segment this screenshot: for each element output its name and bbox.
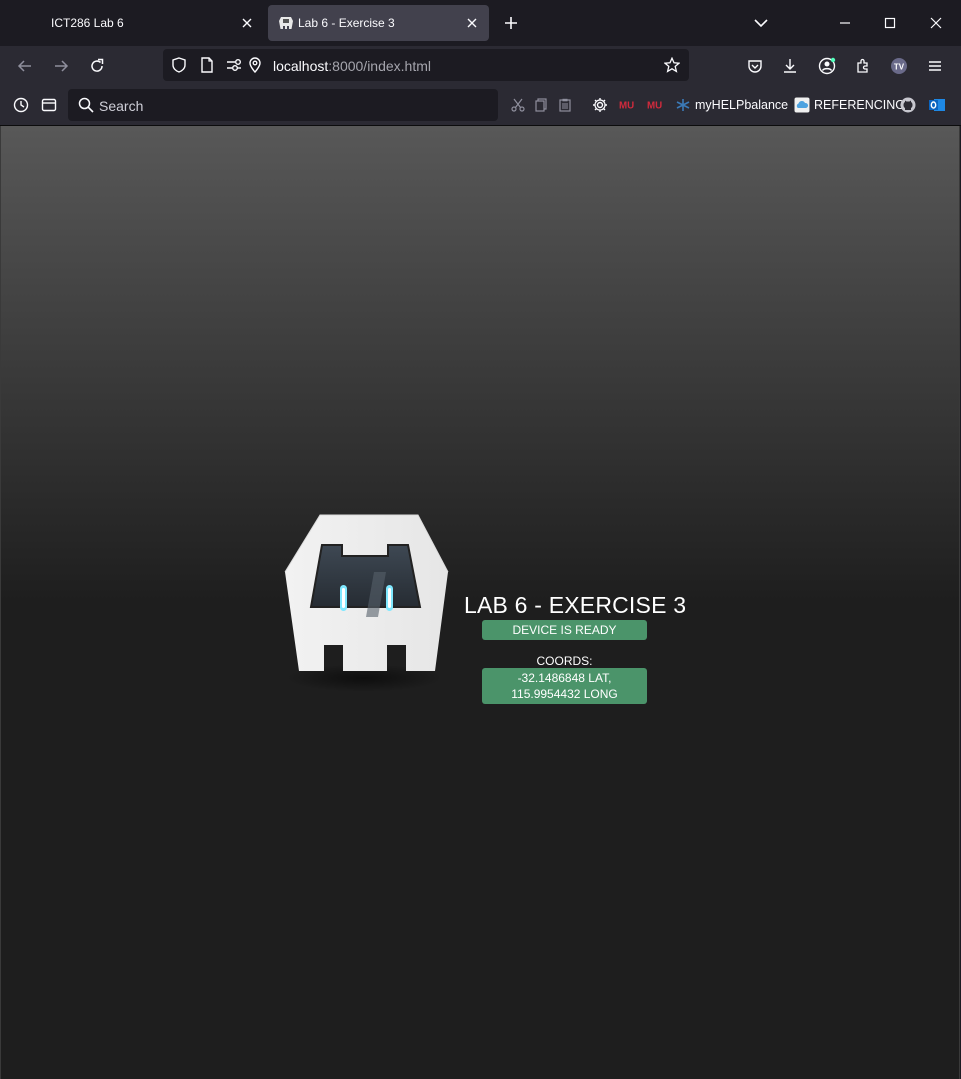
close-window-button[interactable] [913,0,959,46]
star-icon[interactable] [664,57,680,73]
search-icon [78,97,94,113]
bookmark-myhelpbalance[interactable]: myHELPbalance [675,95,788,115]
tab-ict286-lab6[interactable]: ICT286 Lab 6 [8,5,264,41]
puzzle-icon [857,58,868,73]
arrow-right-icon [55,60,69,72]
scissors-icon [511,98,525,112]
settings-button[interactable] [587,92,613,118]
bookmark-referencing[interactable]: REFERENCING [794,95,905,115]
coords-value: -32.1486848 LAT, 115.9954432 LONG [482,668,647,704]
search-box[interactable]: Search [68,89,498,121]
cordova-favicon-icon [278,15,294,31]
address-bar[interactable]: localhost:8000/index.html [163,49,689,81]
location-pin-icon[interactable] [247,57,263,73]
download-icon [784,59,796,73]
app-title: LAB 6 - EXERCISE 3 [464,592,687,618]
gear-icon [593,98,607,112]
navigation-toolbar: localhost:8000/index.html TV [0,46,961,86]
bookmark-outlook[interactable] [929,95,949,115]
extensions-button[interactable] [850,53,876,79]
tab-lab6-exercise3[interactable]: Lab 6 - Exercise 3 [268,5,489,41]
svg-text:MU: MU [619,101,634,112]
account-icon [818,57,836,75]
outlook-icon [929,97,945,113]
minimize-icon [840,22,850,24]
bookmark-mu-2[interactable]: MU [647,95,667,115]
coords-label: COORDS: [536,654,593,668]
github-icon [900,97,916,113]
chevron-down-icon [754,19,768,28]
close-icon[interactable] [238,14,256,32]
copy-icon [535,98,547,112]
window-border-right [959,126,960,1079]
history-button[interactable] [8,92,34,118]
cloud-icon [794,97,810,113]
plus-icon [505,17,517,29]
arrow-left-icon [17,60,31,72]
bookmark-label: myHELPbalance [695,98,789,112]
sidebar-icon [41,98,57,112]
reload-button[interactable] [84,53,110,79]
tv-extension-icon: TV [891,58,907,74]
clock-icon [13,97,29,113]
pocket-icon [748,60,762,73]
pocket-button[interactable] [742,53,768,79]
url-text[interactable]: localhost:8000/index.html [273,58,431,74]
shield-icon[interactable] [171,57,187,73]
forward-button[interactable] [48,53,74,79]
bookmark-label: REFERENCING [814,98,905,112]
clipboard-icon [559,98,571,112]
device-ready-badge: DEVICE IS READY [482,620,647,640]
bookmark-github[interactable] [900,95,920,115]
close-icon[interactable] [463,14,481,32]
cordova-logo [282,512,452,692]
mu-logo-icon: MU [647,97,663,113]
tab-title: ICT286 Lab 6 [51,16,124,30]
account-button[interactable] [814,53,840,79]
reload-icon [91,58,104,72]
maximize-icon [884,17,896,29]
bookmarks-toolbar: Search MU MU myHELPbalance REFERENCING [0,86,961,126]
list-all-tabs-button[interactable] [750,12,772,34]
svg-text:TV: TV [894,63,905,72]
menu-button[interactable] [922,53,948,79]
snowflake-icon [675,97,691,113]
minimize-button[interactable] [822,0,868,46]
close-icon [930,17,942,29]
tab-title: Lab 6 - Exercise 3 [298,16,395,30]
page-icon[interactable] [199,57,215,73]
url-path: :8000/index.html [328,58,431,74]
mu-logo-icon: MU [619,97,635,113]
hamburger-icon [929,61,941,71]
new-tab-button[interactable] [500,12,522,34]
sidebar-button[interactable] [36,92,62,118]
downloads-button[interactable] [777,53,803,79]
svg-text:MU: MU [647,101,662,112]
copy-button[interactable] [528,92,554,118]
permissions-icon[interactable] [226,57,242,73]
tv-extension-button[interactable]: TV [886,53,912,79]
paste-button[interactable] [552,92,578,118]
bookmark-mu-1[interactable]: MU [619,95,639,115]
tab-strip: ICT286 Lab 6 Lab 6 - Exercise 3 [0,0,961,46]
url-host: localhost [273,58,329,74]
back-button[interactable] [12,53,38,79]
search-placeholder: Search [99,98,144,114]
maximize-button[interactable] [867,0,913,46]
